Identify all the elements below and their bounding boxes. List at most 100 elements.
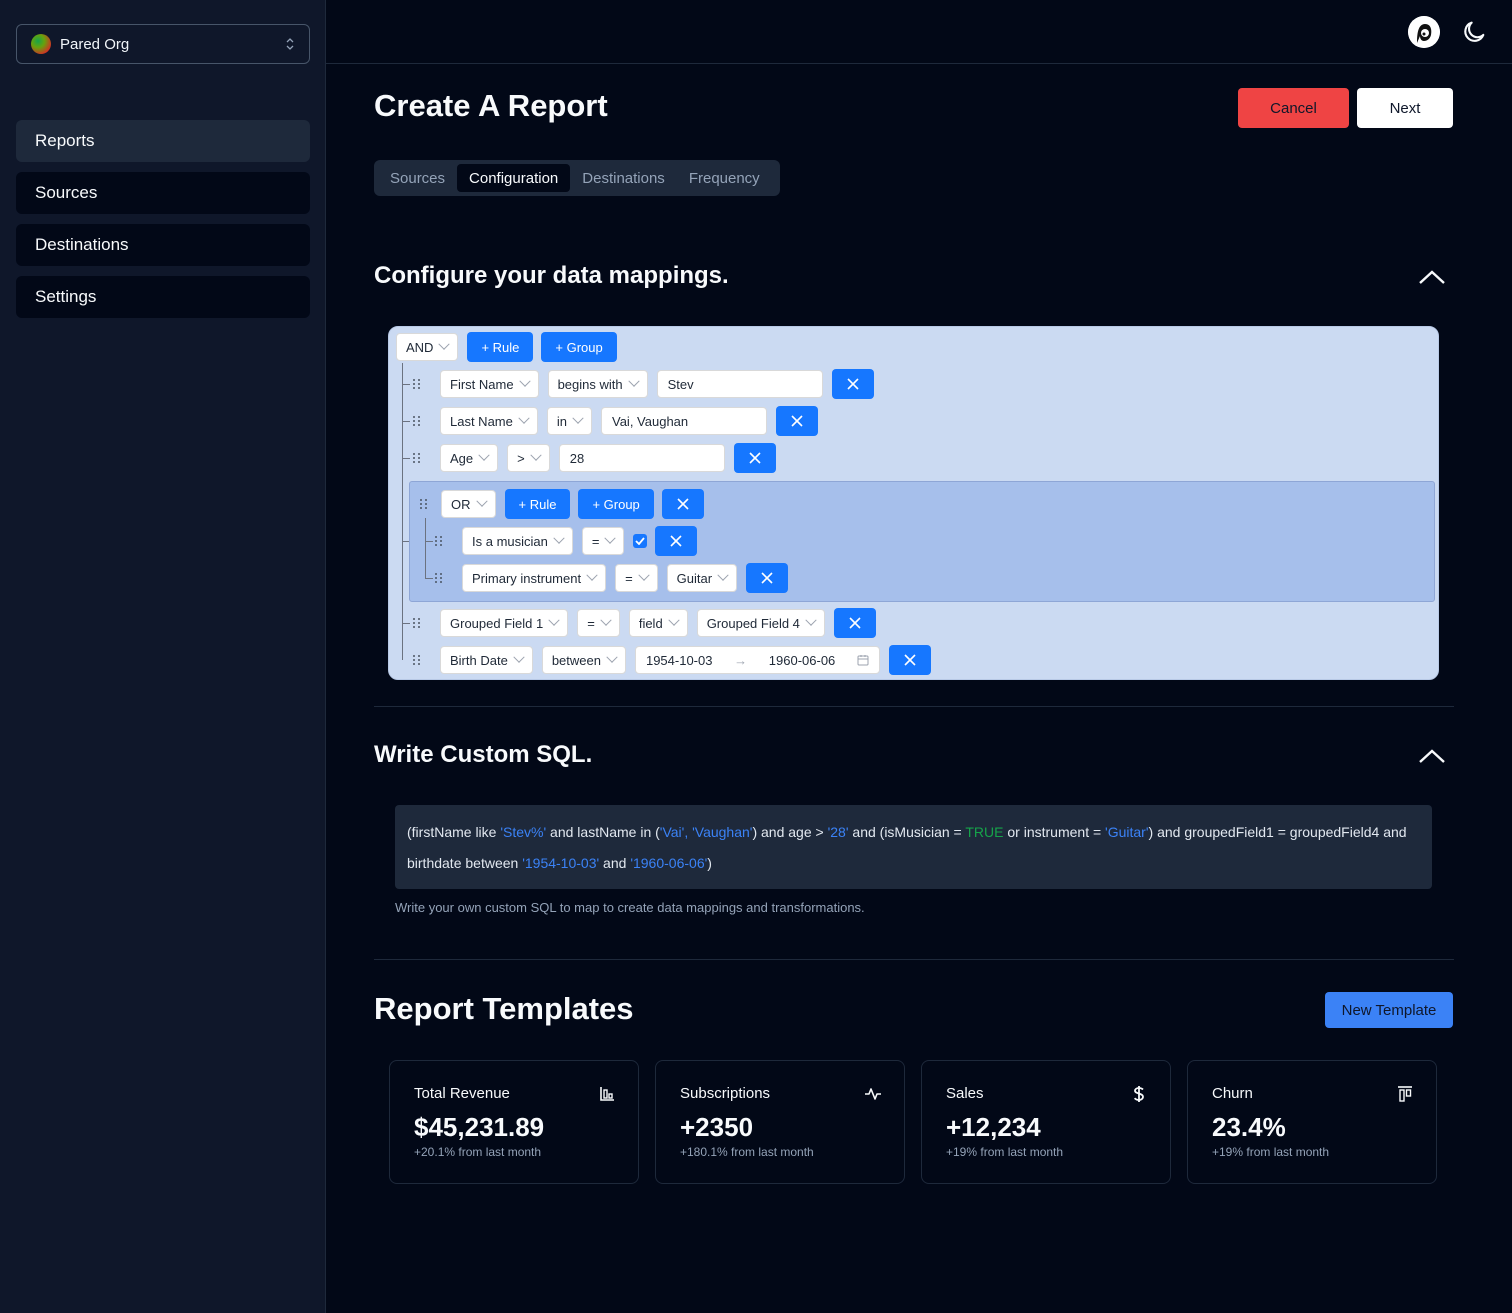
card-title: Churn — [1212, 1085, 1253, 1102]
sidebar-item-sources[interactable]: Sources — [16, 172, 310, 214]
field-select[interactable]: Last Name — [440, 407, 538, 435]
sql-text: and — [599, 855, 631, 871]
group-add-rule-button[interactable]: + Rule — [504, 489, 571, 519]
sidebar-item-reports[interactable]: Reports — [16, 120, 310, 162]
field-select[interactable]: Birth Date — [440, 646, 533, 674]
tree-branch — [402, 458, 410, 459]
drag-handle-icon[interactable] — [435, 535, 445, 547]
activity-icon — [865, 1088, 881, 1100]
next-button[interactable]: Next — [1357, 88, 1453, 128]
chevron-up-icon[interactable] — [1418, 748, 1446, 764]
value-input[interactable]: 28 — [558, 444, 725, 472]
card-value: +2350 — [680, 1112, 754, 1142]
template-card-revenue[interactable]: Total Revenue $45,231.89 +20.1% from las… — [389, 1060, 639, 1184]
sql-editor[interactable]: (firstName like 'Stev%' and lastName in … — [395, 805, 1432, 889]
remove-rule-button[interactable] — [831, 369, 874, 399]
value-source-select[interactable]: field — [628, 609, 688, 637]
chevron-down-icon — [518, 375, 531, 387]
close-icon — [849, 617, 861, 629]
remove-rule-button[interactable] — [733, 443, 776, 473]
operator-select[interactable]: = — [577, 609, 620, 637]
remove-rule-button[interactable] — [833, 608, 876, 638]
rule-row: First Name begins with Stev — [413, 369, 874, 399]
org-selector[interactable]: Pared Org — [16, 24, 310, 64]
chevron-down-icon — [604, 532, 617, 544]
operator-select[interactable]: > — [507, 444, 550, 472]
sql-help-text: Write your own custom SQL to map to crea… — [395, 900, 865, 915]
remove-rule-button[interactable] — [776, 406, 818, 436]
operator-select[interactable]: = — [615, 564, 658, 592]
value-source-value: field — [638, 615, 663, 631]
operator-value: between — [551, 652, 601, 668]
group-combinator-select[interactable]: OR — [441, 490, 496, 518]
tab-configuration[interactable]: Configuration — [457, 164, 571, 192]
field-select[interactable]: First Name — [440, 370, 539, 398]
operator-select[interactable]: begins with — [547, 370, 648, 398]
chevron-down-icon — [548, 614, 560, 626]
field-select[interactable]: Grouped Field 1 — [440, 609, 569, 637]
chevron-down-icon — [438, 338, 451, 350]
sql-string: '1960-06-06' — [630, 855, 708, 871]
drag-handle-icon[interactable] — [413, 654, 423, 666]
musician-checkbox[interactable] — [633, 534, 648, 548]
field-value: Grouped Field 1 — [450, 615, 544, 631]
template-card-subscriptions[interactable]: Subscriptions +2350 +180.1% from last mo… — [655, 1060, 905, 1184]
cancel-button[interactable]: Cancel — [1238, 88, 1349, 128]
rule-row: Birth Date between 1954-10-03 → 1960-06-… — [413, 645, 931, 675]
sql-string: 'Guitar' — [1105, 824, 1149, 840]
tab-sources[interactable]: Sources — [378, 164, 457, 192]
moon-icon[interactable] — [1460, 18, 1488, 46]
value-field-select[interactable]: Grouped Field 4 — [696, 609, 825, 637]
remove-rule-button[interactable] — [746, 563, 789, 593]
sidebar-item-settings[interactable]: Settings — [16, 276, 310, 318]
chevron-down-icon — [513, 651, 525, 663]
close-icon — [761, 572, 773, 584]
remove-rule-button[interactable] — [888, 645, 931, 675]
drag-handle-icon[interactable] — [435, 572, 445, 584]
value-text: Guitar — [676, 570, 713, 586]
close-icon — [791, 415, 803, 427]
sidebar-item-destinations[interactable]: Destinations — [16, 224, 310, 266]
drag-handle-icon[interactable] — [420, 498, 430, 510]
value-input[interactable]: Vai, Vaughan — [601, 407, 767, 435]
value-input[interactable]: Stev — [656, 370, 823, 398]
remove-rule-button[interactable] — [655, 526, 698, 556]
new-template-button[interactable]: New Template — [1325, 992, 1453, 1028]
card-subtext: +19% from last month — [946, 1145, 1064, 1159]
date-start[interactable]: 1954-10-03 — [646, 653, 713, 668]
date-range-picker[interactable]: 1954-10-03 → 1960-06-06 — [634, 646, 880, 674]
step-tabs: Sources Configuration Destinations Frequ… — [374, 160, 780, 196]
operator-select[interactable]: in — [546, 407, 592, 435]
add-rule-button[interactable]: + Rule — [467, 332, 534, 362]
group-add-group-button[interactable]: + Group — [578, 489, 654, 519]
remove-group-button[interactable] — [661, 489, 704, 519]
drag-handle-icon[interactable] — [413, 452, 423, 464]
template-card-sales[interactable]: Sales +12,234 +19% from last month — [921, 1060, 1171, 1184]
field-select[interactable]: Primary instrument — [462, 564, 607, 592]
tab-destinations[interactable]: Destinations — [570, 164, 677, 192]
date-end[interactable]: 1960-06-06 — [769, 653, 836, 668]
tree-branch — [402, 623, 410, 624]
field-select[interactable]: Age — [440, 444, 499, 472]
dollar-icon — [1133, 1086, 1144, 1102]
operator-value: in — [556, 413, 567, 429]
chevron-down-icon — [805, 614, 817, 626]
add-group-button[interactable]: + Group — [541, 332, 617, 362]
sidebar: Pared Org Reports Sources Destinations S… — [0, 0, 326, 1313]
drag-handle-icon[interactable] — [413, 617, 423, 629]
chevron-up-icon[interactable] — [1418, 269, 1446, 285]
drag-handle-icon[interactable] — [413, 378, 423, 390]
operator-select[interactable]: = — [581, 527, 625, 555]
template-card-churn[interactable]: Churn 23.4% +19% from last month — [1187, 1060, 1437, 1184]
user-avatar[interactable] — [1408, 16, 1440, 48]
field-select[interactable]: Is a musician — [462, 527, 573, 555]
value-select[interactable]: Guitar — [666, 564, 738, 592]
card-subtext: +19% from last month — [1212, 1145, 1330, 1159]
tab-frequency[interactable]: Frequency — [677, 164, 772, 192]
close-icon — [677, 498, 689, 510]
combinator-select[interactable]: AND — [396, 333, 459, 361]
operator-select[interactable]: between — [541, 646, 626, 674]
drag-handle-icon[interactable] — [413, 415, 423, 427]
chevron-down-icon — [717, 569, 729, 581]
chevron-down-icon — [518, 412, 530, 424]
